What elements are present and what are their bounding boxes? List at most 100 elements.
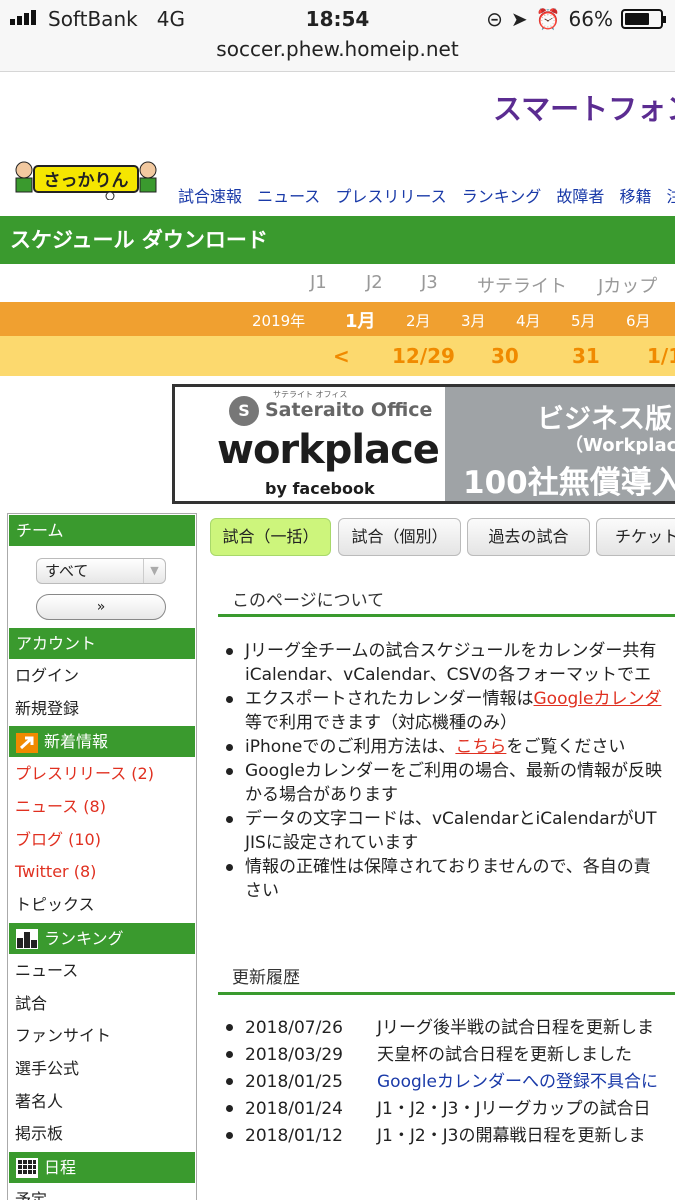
list-item: データの文字コードは、vCalendarとiCalendarがUT JISに設定さ… (222, 807, 662, 855)
team-select-value: すべて (45, 562, 89, 580)
team-select[interactable]: すべて ▼ (36, 558, 166, 584)
nav-injuries[interactable]: 故障者 (556, 187, 604, 206)
about-heading: このページについて (232, 591, 385, 611)
ad-product: workplace (217, 427, 440, 473)
sidebar-schedule-title: 日程 (44, 1157, 77, 1177)
sidebar: チーム すべて ▼ » アカウント ログイン 新規登録 新着情報 プレスリリース … (7, 513, 197, 1200)
nav-press[interactable]: プレスリリース (335, 187, 446, 206)
league-j3[interactable]: J3 (421, 272, 438, 293)
month-item[interactable]: 3月 (461, 310, 486, 331)
league-j2[interactable]: J2 (366, 272, 383, 293)
sidebar-ranking-title: ランキング (44, 928, 124, 948)
sidebar-account-header: アカウント (9, 628, 195, 659)
sidebar-item-rank-news[interactable]: ニュース (8, 955, 196, 988)
day-item[interactable]: 1/1 (647, 344, 675, 368)
ad-brand-ruby: サテライト オフィス (273, 390, 348, 399)
day-item[interactable]: 12/29 (392, 344, 455, 368)
sidebar-schedule-header: 日程 (9, 1151, 195, 1183)
list-item: Jリーグ全チームの試合スケジュールをカレンダー共有 iCalendar、vCale… (222, 639, 662, 687)
sidebar-item-rank-match[interactable]: 試合 (8, 988, 196, 1021)
ad-banner[interactable]: S Sateraito Office サテライト オフィス workplace … (172, 384, 675, 504)
sidebar-ranking-header: ランキング (9, 922, 195, 954)
sidebar-team-header: チーム (9, 515, 195, 546)
sidebar-item-login[interactable]: ログイン (8, 660, 196, 693)
sateraito-logo-icon: S (229, 396, 259, 426)
day-item[interactable]: 31 (572, 344, 600, 368)
month-item[interactable]: 2月 (406, 310, 431, 331)
nav-transfers[interactable]: 移籍 (619, 187, 651, 206)
calendar-icon (16, 1158, 38, 1179)
tab-bulk-matches[interactable]: 試合（一括） (210, 518, 331, 556)
league-tabs: J1 J2 J3 サテライト Jカップ (0, 268, 675, 298)
month-item[interactable]: 6月 (626, 310, 651, 331)
sidebar-item-twitter[interactable]: Twitter (8) (8, 856, 196, 889)
league-satellite[interactable]: サテライト (477, 272, 567, 298)
list-item: iPhoneでのご利用方法は、こちらをご覧ください (222, 735, 662, 759)
divider (218, 614, 675, 617)
nav-featured[interactable]: 注目 (667, 187, 675, 206)
site-logo[interactable]: さっかりん (10, 158, 160, 201)
sidebar-item-rank-bbs[interactable]: 掲示板 (8, 1118, 196, 1151)
sidebar-item-press[interactable]: プレスリリース (2) (8, 758, 196, 791)
day-item[interactable]: 30 (491, 344, 519, 368)
ad-line3: 100社無償導入 (463, 465, 675, 501)
nav-ranking[interactable]: ランキング (462, 187, 542, 206)
sidebar-item-blog[interactable]: ブログ (10) (8, 824, 196, 857)
nav-news[interactable]: ニュース (257, 187, 320, 206)
sidebar-item-news[interactable]: ニュース (8) (8, 791, 196, 824)
month-item[interactable]: 4月 (516, 310, 541, 331)
month-bar: 2019年 1月 2月 3月 4月 5月 6月 (0, 302, 675, 336)
history-heading: 更新履歴 (232, 968, 300, 988)
google-calendar-link[interactable]: Googleカレンダ (534, 689, 662, 709)
history-link[interactable]: Googleカレンダーへの登録不具合に (377, 1072, 658, 1092)
chevron-down-icon: ▼ (143, 559, 165, 583)
sidebar-item-topics[interactable]: トピックス (8, 889, 196, 922)
list-item: エクスポートされたカレンダー情報はGoogleカレンダ 等で利用できます（対応機種… (222, 687, 662, 735)
top-nav: 試合速報 ニュース プレスリリース ランキング 故障者 移籍 注目 (178, 183, 675, 207)
league-jcup[interactable]: Jカップ (598, 272, 657, 298)
tab-individual-matches[interactable]: 試合（個別） (338, 518, 461, 556)
sidebar-item-register[interactable]: 新規登録 (8, 693, 196, 726)
battery-percent: 66% (568, 7, 613, 31)
history-list: 2018/07/26 Jリーグ後半戦の試合日程を更新しま 2018/03/29 天皇… (222, 1015, 658, 1150)
ad-line2: （Workplace (565, 435, 675, 456)
league-j1[interactable]: J1 (310, 272, 327, 293)
sidebar-news-title: 新着情報 (44, 732, 109, 752)
list-item: 情報の正確性は保障されておりませんので、各自の責 さい (222, 855, 662, 903)
sidebar-item-rank-player[interactable]: 選手公式 (8, 1053, 196, 1086)
alarm-icon: ⏰ (535, 7, 561, 31)
logo-text: さっかりん (44, 171, 129, 191)
month-item[interactable]: 5月 (571, 310, 596, 331)
year-label: 2019年 (252, 312, 306, 330)
list-item: Googleカレンダーをご利用の場合、最新の情報が反映 かる場合があります (222, 759, 662, 807)
smartphone-promo-link[interactable]: スマートフォン (493, 86, 675, 128)
ad-brand: Sateraito Office (265, 399, 433, 421)
battery-icon (621, 9, 666, 29)
prev-day-button[interactable]: < (333, 344, 350, 368)
location-icon: ➤ (510, 7, 528, 31)
tab-tickets[interactable]: チケット (596, 518, 675, 556)
tab-past-matches[interactable]: 過去の試合 (467, 518, 590, 556)
sidebar-news-header: 新着情報 (9, 726, 195, 758)
sidebar-item-rank-celebrity[interactable]: 著名人 (8, 1086, 196, 1119)
about-list: Jリーグ全チームの試合スケジュールをカレンダー共有 iCalendar、vCale… (222, 639, 662, 903)
status-bar: SoftBank 4G 18:54 ⊝ ➤ ⏰ 66% (0, 0, 675, 36)
history-item: 2018/07/26 Jリーグ後半戦の試合日程を更新しま (222, 1015, 658, 1042)
iphone-howto-link[interactable]: こちら (455, 737, 506, 757)
month-current[interactable]: 1月 (345, 307, 376, 333)
mascot-logo-icon: さっかりん (15, 161, 157, 201)
sidebar-item-upcoming[interactable]: 予定 (8, 1184, 196, 1200)
team-go-button[interactable]: » (36, 594, 166, 620)
nav-live[interactable]: 試合速報 (178, 187, 242, 206)
url-bar[interactable]: soccer.phew.homeip.net (0, 36, 675, 72)
ad-by: by facebook (265, 479, 375, 498)
history-item: 2018/01/25 Googleカレンダーへの登録不具合に (222, 1069, 658, 1096)
history-item: 2018/03/29 天皇杯の試合日程を更新しました (222, 1042, 658, 1069)
history-item: 2018/01/24 J1・J2・J3・Jリーグカップの試合日 (222, 1096, 658, 1123)
podium-icon (16, 929, 38, 950)
history-item: 2018/01/12 J1・J2・J3の開幕戦日程を更新しま (222, 1123, 658, 1150)
orientation-lock-icon: ⊝ (486, 7, 503, 31)
divider (218, 992, 675, 995)
sidebar-item-rank-fansite[interactable]: ファンサイト (8, 1020, 196, 1053)
arrow-up-right-icon (16, 732, 38, 753)
